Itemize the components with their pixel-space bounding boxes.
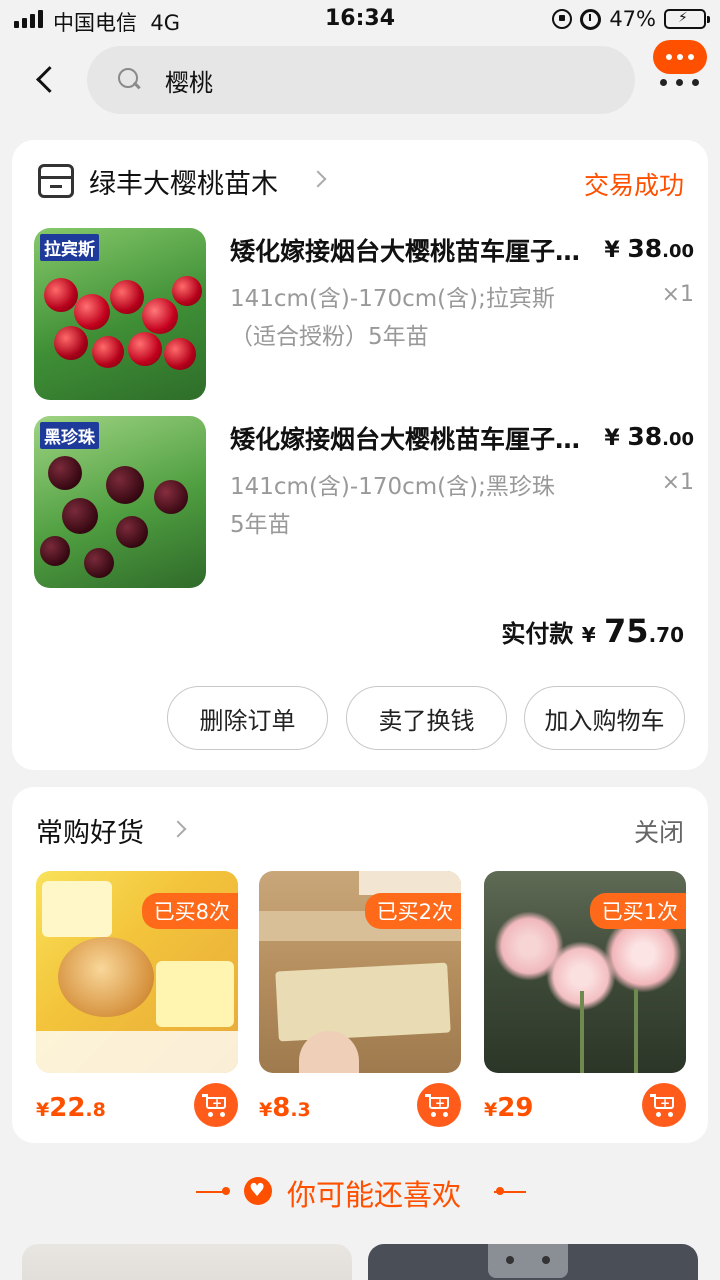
search-icon <box>118 68 140 90</box>
product-image[interactable]: 拉宾斯 <box>34 228 206 400</box>
bought-count-badge: 已买2次 <box>364 893 461 929</box>
heart-icon <box>244 1177 272 1205</box>
product-price: ¥8.3 <box>259 1093 311 1123</box>
search-bar[interactable] <box>87 46 635 114</box>
shop-icon <box>38 164 74 198</box>
order-status: 交易成功 <box>583 171 684 200</box>
product-price: ¥ 38.00 <box>604 234 694 263</box>
order-total: 实付款 ¥ 75.70 <box>501 612 684 650</box>
recommend-item-image[interactable] <box>368 1244 698 1280</box>
bought-count-badge: 已买8次 <box>141 893 238 929</box>
bought-count-badge: 已买1次 <box>589 893 686 929</box>
order-item[interactable]: 拉宾斯 矮化嫁接烟台大樱桃苗车厘子树苗 ¥ 38.00 141cm(含)-170… <box>34 228 694 404</box>
rotation-lock-icon <box>552 9 573 29</box>
close-button[interactable]: 关闭 <box>634 813 684 849</box>
product-title[interactable]: 矮化嫁接烟台大樱桃苗车厘子树苗 <box>230 232 590 268</box>
product-title[interactable]: 矮化嫁接烟台大樱桃苗车厘子树苗 <box>230 420 590 456</box>
product-price: ¥22.8 <box>36 1093 106 1123</box>
chevron-right-icon[interactable] <box>309 170 327 188</box>
battery-percent: 47% <box>609 7 656 31</box>
add-cart-icon[interactable]: + <box>417 1083 461 1127</box>
product-image[interactable]: 已买1次 <box>484 871 686 1073</box>
search-input[interactable] <box>165 60 565 100</box>
delete-order-button[interactable]: 删除订单 <box>167 686 328 750</box>
status-bar: 中国电信 4G 16:34 47% ⚡ <box>0 0 720 40</box>
battery-icon: ⚡ <box>664 9 710 29</box>
product-image[interactable]: 已买2次 <box>259 871 461 1073</box>
add-to-cart-button[interactable]: 加入购物车 <box>524 686 685 750</box>
product-qty: ×1 <box>661 282 694 307</box>
add-cart-icon[interactable]: + <box>194 1083 238 1127</box>
product-card[interactable]: 已买8次 ¥22.8 + <box>36 871 238 1143</box>
order-card: 绿丰大樱桃苗木 交易成功 拉宾斯 矮化嫁接烟台大樱桃苗车厘子树苗 ¥ 38.00… <box>12 140 708 770</box>
recommend-title: 你可能还喜欢 <box>287 1178 462 1212</box>
variety-tag: 拉宾斯 <box>40 234 99 261</box>
product-image[interactable]: 已买8次 <box>36 871 238 1073</box>
more-menu-button[interactable] <box>653 40 707 90</box>
product-image[interactable]: 黑珍珠 <box>34 416 206 588</box>
product-price: ¥ 38.00 <box>604 422 694 451</box>
product-qty: ×1 <box>661 470 694 495</box>
product-card[interactable]: 已买1次 ¥29 + <box>484 871 686 1143</box>
frequent-goods-card: 常购好货 关闭 已买8次 ¥22.8 + 已买2次 ¥8.3 + 已买1次 ¥2… <box>12 787 708 1143</box>
chevron-right-icon[interactable] <box>169 820 187 838</box>
back-button[interactable] <box>34 64 60 98</box>
shop-name[interactable]: 绿丰大樱桃苗木 <box>89 162 278 201</box>
resell-button[interactable]: 卖了换钱 <box>346 686 507 750</box>
variety-tag: 黑珍珠 <box>40 422 99 449</box>
section-title[interactable]: 常购好货 <box>36 811 144 850</box>
recommend-item-image[interactable] <box>22 1244 352 1280</box>
product-sku: 141cm(含)-170cm(含);黑珍珠 5年苗 <box>230 474 555 538</box>
product-card[interactable]: 已买2次 ¥8.3 + <box>259 871 461 1143</box>
product-sku: 141cm(含)-170cm(含);拉宾斯 （适合授粉）5年苗 <box>230 286 555 350</box>
message-bubble-icon <box>653 40 707 74</box>
recommend-header: 你可能还喜欢 <box>0 1168 720 1214</box>
product-price: ¥29 <box>484 1093 534 1123</box>
alarm-icon <box>580 8 602 30</box>
add-cart-icon[interactable]: + <box>642 1083 686 1127</box>
order-item[interactable]: 黑珍珠 矮化嫁接烟台大樱桃苗车厘子树苗 ¥ 38.00 141cm(含)-170… <box>34 416 694 592</box>
